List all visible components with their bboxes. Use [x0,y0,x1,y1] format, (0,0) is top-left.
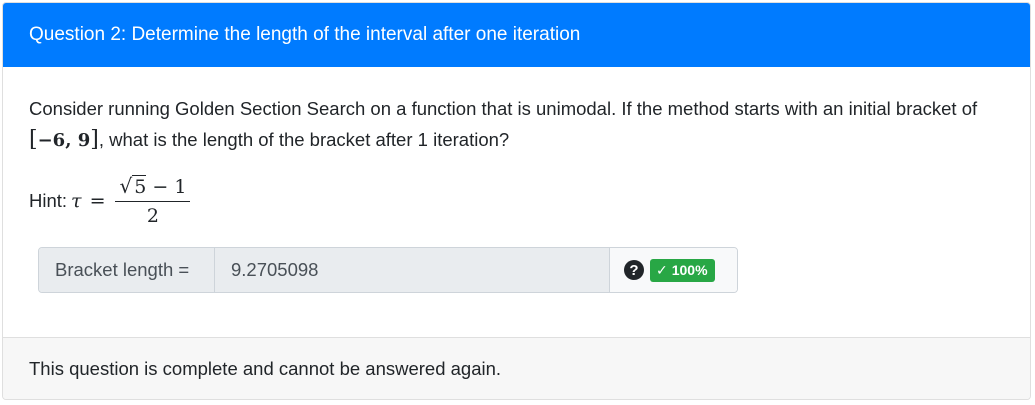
question-title: Question 2: Determine the length of the … [29,24,581,45]
hint-label: Hint: [29,189,68,211]
sqrt-icon: √ [119,174,133,198]
sqrt-argument: 5 [132,175,147,198]
question-header: Question 2: Determine the length of the … [3,3,1030,67]
bracket-length-input[interactable] [215,248,609,292]
hint-equals: = [89,189,106,212]
interval-values: −6, 9 [37,130,91,151]
prompt-text-start: Consider running Golden Section Search o… [29,98,978,119]
question-prompt: Consider running Golden Section Search o… [29,93,1004,156]
question-circle-icon[interactable]: ? [624,260,644,280]
hint-tau-symbol: τ [71,189,82,212]
prompt-text-end: , what is the length of the bracket afte… [98,129,510,150]
question-footer: This question is complete and cannot be … [3,337,1030,399]
check-icon: ✓ [656,261,668,278]
score-text: 100% [671,262,708,278]
answer-label: Bracket length = [39,248,215,292]
footer-message: This question is complete and cannot be … [29,357,502,379]
answer-status: ? ✓ 100% [609,248,737,292]
interval-math: [−6, 9] [29,127,99,152]
interval-open-bracket: [ [29,127,38,152]
question-card: Question 2: Determine the length of the … [2,2,1031,400]
score-badge: ✓ 100% [650,258,715,282]
hint-numerator: √ 5 − 1 [115,174,191,202]
hint-fraction: √ 5 − 1 2 [115,174,191,227]
interval-close-bracket: ] [90,127,99,152]
numerator-rest: − 1 [146,176,187,198]
hint: Hint: τ = √ 5 − 1 2 [29,174,1004,227]
question-body: Consider running Golden Section Search o… [3,67,1030,339]
answer-input-group: Bracket length = ? ✓ 100% [38,247,738,293]
hint-denominator: 2 [146,205,159,227]
